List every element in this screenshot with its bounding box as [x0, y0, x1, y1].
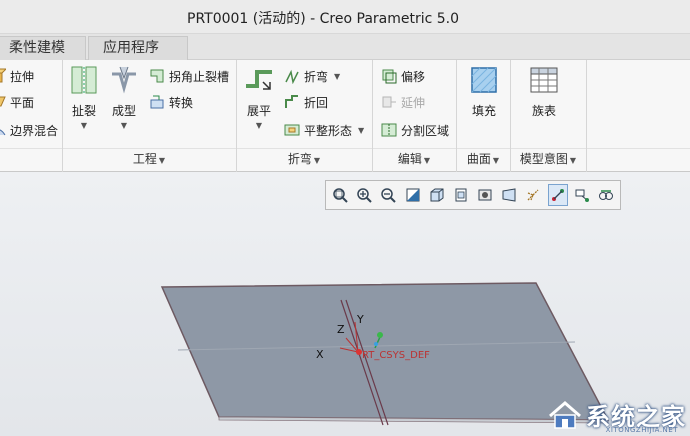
fill-label: 填充 [471, 104, 496, 118]
corner-relief-button[interactable]: 拐角止裂槽 [149, 66, 229, 86]
boundary-blend-icon [0, 122, 6, 138]
offset-label: 偏移 [401, 69, 426, 84]
rip-button[interactable]: 扯裂 ▼ [66, 64, 102, 130]
bend-back-button[interactable]: 折回 [284, 92, 328, 112]
unbend-icon [243, 64, 275, 96]
convert-button[interactable]: 转换 [149, 92, 193, 112]
chevron-down-icon: ▼ [492, 156, 500, 165]
surfaces-group-label[interactable]: 曲面 ▼ [456, 150, 510, 170]
model-intent-group-label[interactable]: 模型意图 ▼ [510, 150, 586, 170]
axis-z-label: Z [337, 323, 345, 336]
boundary-blend-button[interactable]: 边界混合 [0, 120, 58, 140]
unbend-button[interactable]: 展平 ▼ [240, 64, 278, 130]
extend-icon [381, 94, 397, 110]
watermark: 系统之家 XITONGZHIJIA.NET [548, 397, 686, 434]
bend-button[interactable]: 折弯 ▼ [284, 66, 340, 86]
form-button[interactable]: 成型 ▼ [106, 64, 142, 130]
ribbon: 拉伸 平面 边界混合 扯裂 ▼ 成型 ▼ 拐角止裂槽 转换 工程 ▼ 展平 ▼ … [0, 60, 690, 172]
extend-button[interactable]: 延伸 [381, 92, 425, 112]
convert-label: 转换 [169, 95, 194, 110]
chevron-down-icon[interactable]: ▼ [358, 126, 364, 135]
fill-icon [468, 64, 500, 96]
ribbon-tab-bar: 柔性建模 应用程序 [0, 34, 690, 60]
chevron-down-icon: ▼ [423, 156, 431, 165]
house-logo-icon [549, 400, 581, 429]
unbend-dropdown-icon[interactable]: ▼ [256, 121, 262, 130]
family-table-button[interactable]: 族表 [520, 64, 568, 119]
corner-relief-label: 拐角止裂槽 [169, 69, 230, 84]
extrude-label: 拉伸 [10, 69, 35, 84]
rip-dropdown-icon[interactable]: ▼ [81, 121, 87, 130]
tab-flexible-modeling[interactable]: 柔性建模 [0, 36, 86, 60]
form-label: 成型 [111, 104, 136, 118]
convert-icon [149, 94, 165, 110]
window-title: PRT0001 (活动的) - Creo Parametric 5.0 [187, 11, 460, 27]
graphics-viewport[interactable]: X Y Z RT_CSYS_DEF 系统之家 XITONGZHIJIA.NET [0, 172, 690, 436]
fill-button[interactable]: 填充 [462, 64, 506, 119]
bend-label: 折弯 [304, 69, 329, 84]
split-area-icon [381, 122, 397, 138]
flat-state-icon [284, 122, 300, 138]
engineering-group-label[interactable]: 工程 ▼ [62, 150, 236, 170]
csys-label: RT_CSYS_DEF [362, 350, 430, 361]
chevron-down-icon: ▼ [569, 156, 577, 165]
plane-icon [0, 94, 6, 110]
split-area-label: 分割区域 [401, 123, 450, 138]
family-table-label: 族表 [531, 104, 556, 118]
chevron-down-icon[interactable]: ▼ [334, 72, 340, 81]
editing-group-label[interactable]: 编辑 ▼ [372, 150, 456, 170]
chevron-down-icon: ▼ [313, 156, 321, 165]
group-divider [586, 60, 587, 172]
offset-icon [381, 68, 397, 84]
boundary-blend-label: 边界混合 [10, 123, 59, 138]
rip-label: 扯裂 [71, 104, 96, 118]
plane-label: 平面 [10, 95, 35, 110]
bend-icon [284, 68, 300, 85]
unbend-label: 展平 [246, 104, 271, 118]
axis-x-label: X [316, 348, 324, 361]
spin-center-marker [374, 342, 378, 346]
form-icon [108, 64, 140, 96]
spin-center-marker [377, 332, 383, 338]
watermark-subtext: XITONGZHIJIA.NET [605, 426, 678, 434]
corner-relief-icon [149, 68, 165, 84]
flat-state-button[interactable]: 平整形态 ▼ [284, 120, 364, 140]
plane-button[interactable]: 平面 [0, 92, 34, 112]
axis-y-label: Y [356, 313, 364, 326]
split-area-button[interactable]: 分割区域 [381, 120, 449, 140]
tab-applications[interactable]: 应用程序 [88, 36, 188, 60]
form-dropdown-icon[interactable]: ▼ [121, 121, 127, 130]
family-table-icon [528, 64, 560, 96]
bend-back-icon [284, 94, 300, 110]
rip-icon [68, 64, 100, 96]
extrude-button[interactable]: 拉伸 [0, 66, 34, 86]
extrude-icon [0, 68, 8, 84]
offset-button[interactable]: 偏移 [381, 66, 425, 86]
flat-state-label: 平整形态 [304, 123, 353, 138]
bends-group-label[interactable]: 折弯 ▼ [236, 150, 372, 170]
extend-label: 延伸 [401, 95, 426, 110]
title-bar: PRT0001 (活动的) - Creo Parametric 5.0 [0, 0, 690, 34]
bend-back-label: 折回 [304, 95, 329, 110]
chevron-down-icon: ▼ [158, 156, 166, 165]
